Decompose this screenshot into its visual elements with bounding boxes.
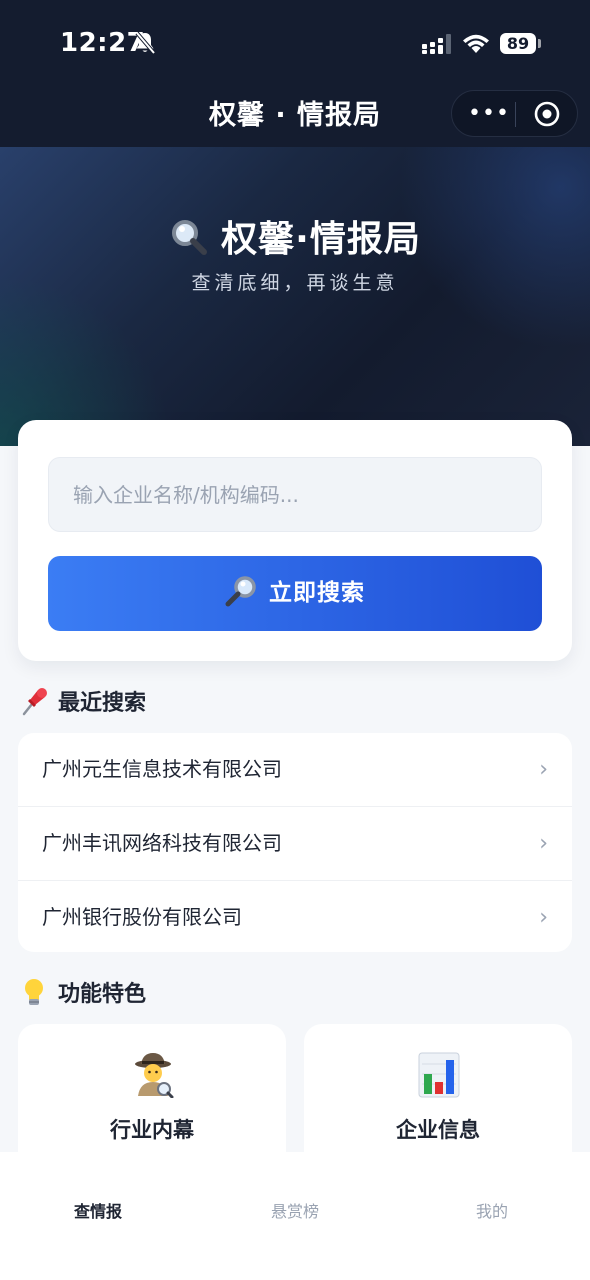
recent-list: 广州元生信息技术有限公司 › 广州丰讯网络科技有限公司 › 广州银行股份有限公司… bbox=[18, 733, 572, 952]
more-icon[interactable]: ••• bbox=[468, 103, 509, 125]
chevron-right-icon: › bbox=[539, 831, 548, 856]
recent-item-name: 广州元生信息技术有限公司 bbox=[42, 757, 282, 781]
hero-banner: 权馨·情报局 查清底细，再谈生意 bbox=[0, 147, 590, 446]
battery-tip bbox=[538, 39, 541, 48]
recent-heading-text: 最近搜索 bbox=[58, 691, 147, 716]
recent-heading: 最近搜索 bbox=[20, 685, 146, 717]
chevron-right-icon: › bbox=[539, 905, 548, 930]
bar-chart-icon bbox=[418, 1052, 460, 1098]
search-button[interactable]: 立即搜索 bbox=[48, 556, 542, 631]
features-heading: 功能特色 bbox=[20, 976, 146, 1008]
mini-program-capsule: ••• bbox=[451, 90, 578, 137]
signal-icon bbox=[422, 34, 451, 54]
feature-label: 行业内幕 bbox=[110, 1118, 194, 1142]
tab-bounty-board[interactable]: 悬赏榜 bbox=[197, 1152, 393, 1272]
search-button-label: 立即搜索 bbox=[269, 580, 365, 606]
recent-item[interactable]: 广州丰讯网络科技有限公司 › bbox=[18, 807, 572, 881]
bell-off-icon bbox=[135, 31, 156, 55]
chevron-right-icon: › bbox=[539, 757, 548, 782]
wifi-icon bbox=[463, 34, 489, 53]
search-input[interactable] bbox=[48, 457, 542, 532]
search-icon bbox=[225, 576, 256, 607]
hero-subtitle: 查清底细，再谈生意 bbox=[191, 272, 399, 294]
battery-indicator: 89 bbox=[500, 33, 536, 54]
hero-title: 权馨·情报局 bbox=[0, 210, 590, 262]
features-heading-text: 功能特色 bbox=[58, 982, 147, 1007]
capsule-divider bbox=[515, 102, 516, 127]
recent-item-name: 广州丰讯网络科技有限公司 bbox=[42, 831, 282, 855]
close-target-icon[interactable] bbox=[534, 101, 560, 127]
magnifier-icon bbox=[172, 220, 208, 255]
light-bulb-icon bbox=[25, 979, 43, 1005]
top-bar: 12:27 89 权馨 · 情报局 ••• bbox=[0, 0, 590, 147]
pushpin-icon bbox=[22, 688, 47, 716]
detective-icon bbox=[135, 1053, 174, 1098]
feature-label: 企业信息 bbox=[396, 1118, 480, 1142]
recent-item[interactable]: 广州银行股份有限公司 › bbox=[18, 881, 572, 952]
search-card: 立即搜索 bbox=[18, 420, 572, 661]
hero-title-text: 权馨·情报局 bbox=[221, 219, 421, 260]
recent-item-name: 广州银行股份有限公司 bbox=[42, 905, 242, 929]
status-time: 12:27 bbox=[60, 28, 146, 58]
tab-search-intel[interactable]: 查情报 bbox=[0, 1152, 196, 1272]
recent-item[interactable]: 广州元生信息技术有限公司 › bbox=[18, 733, 572, 807]
tab-mine[interactable]: 我的 bbox=[394, 1152, 590, 1272]
tab-bar: 查情报 悬赏榜 我的 bbox=[0, 1152, 590, 1280]
